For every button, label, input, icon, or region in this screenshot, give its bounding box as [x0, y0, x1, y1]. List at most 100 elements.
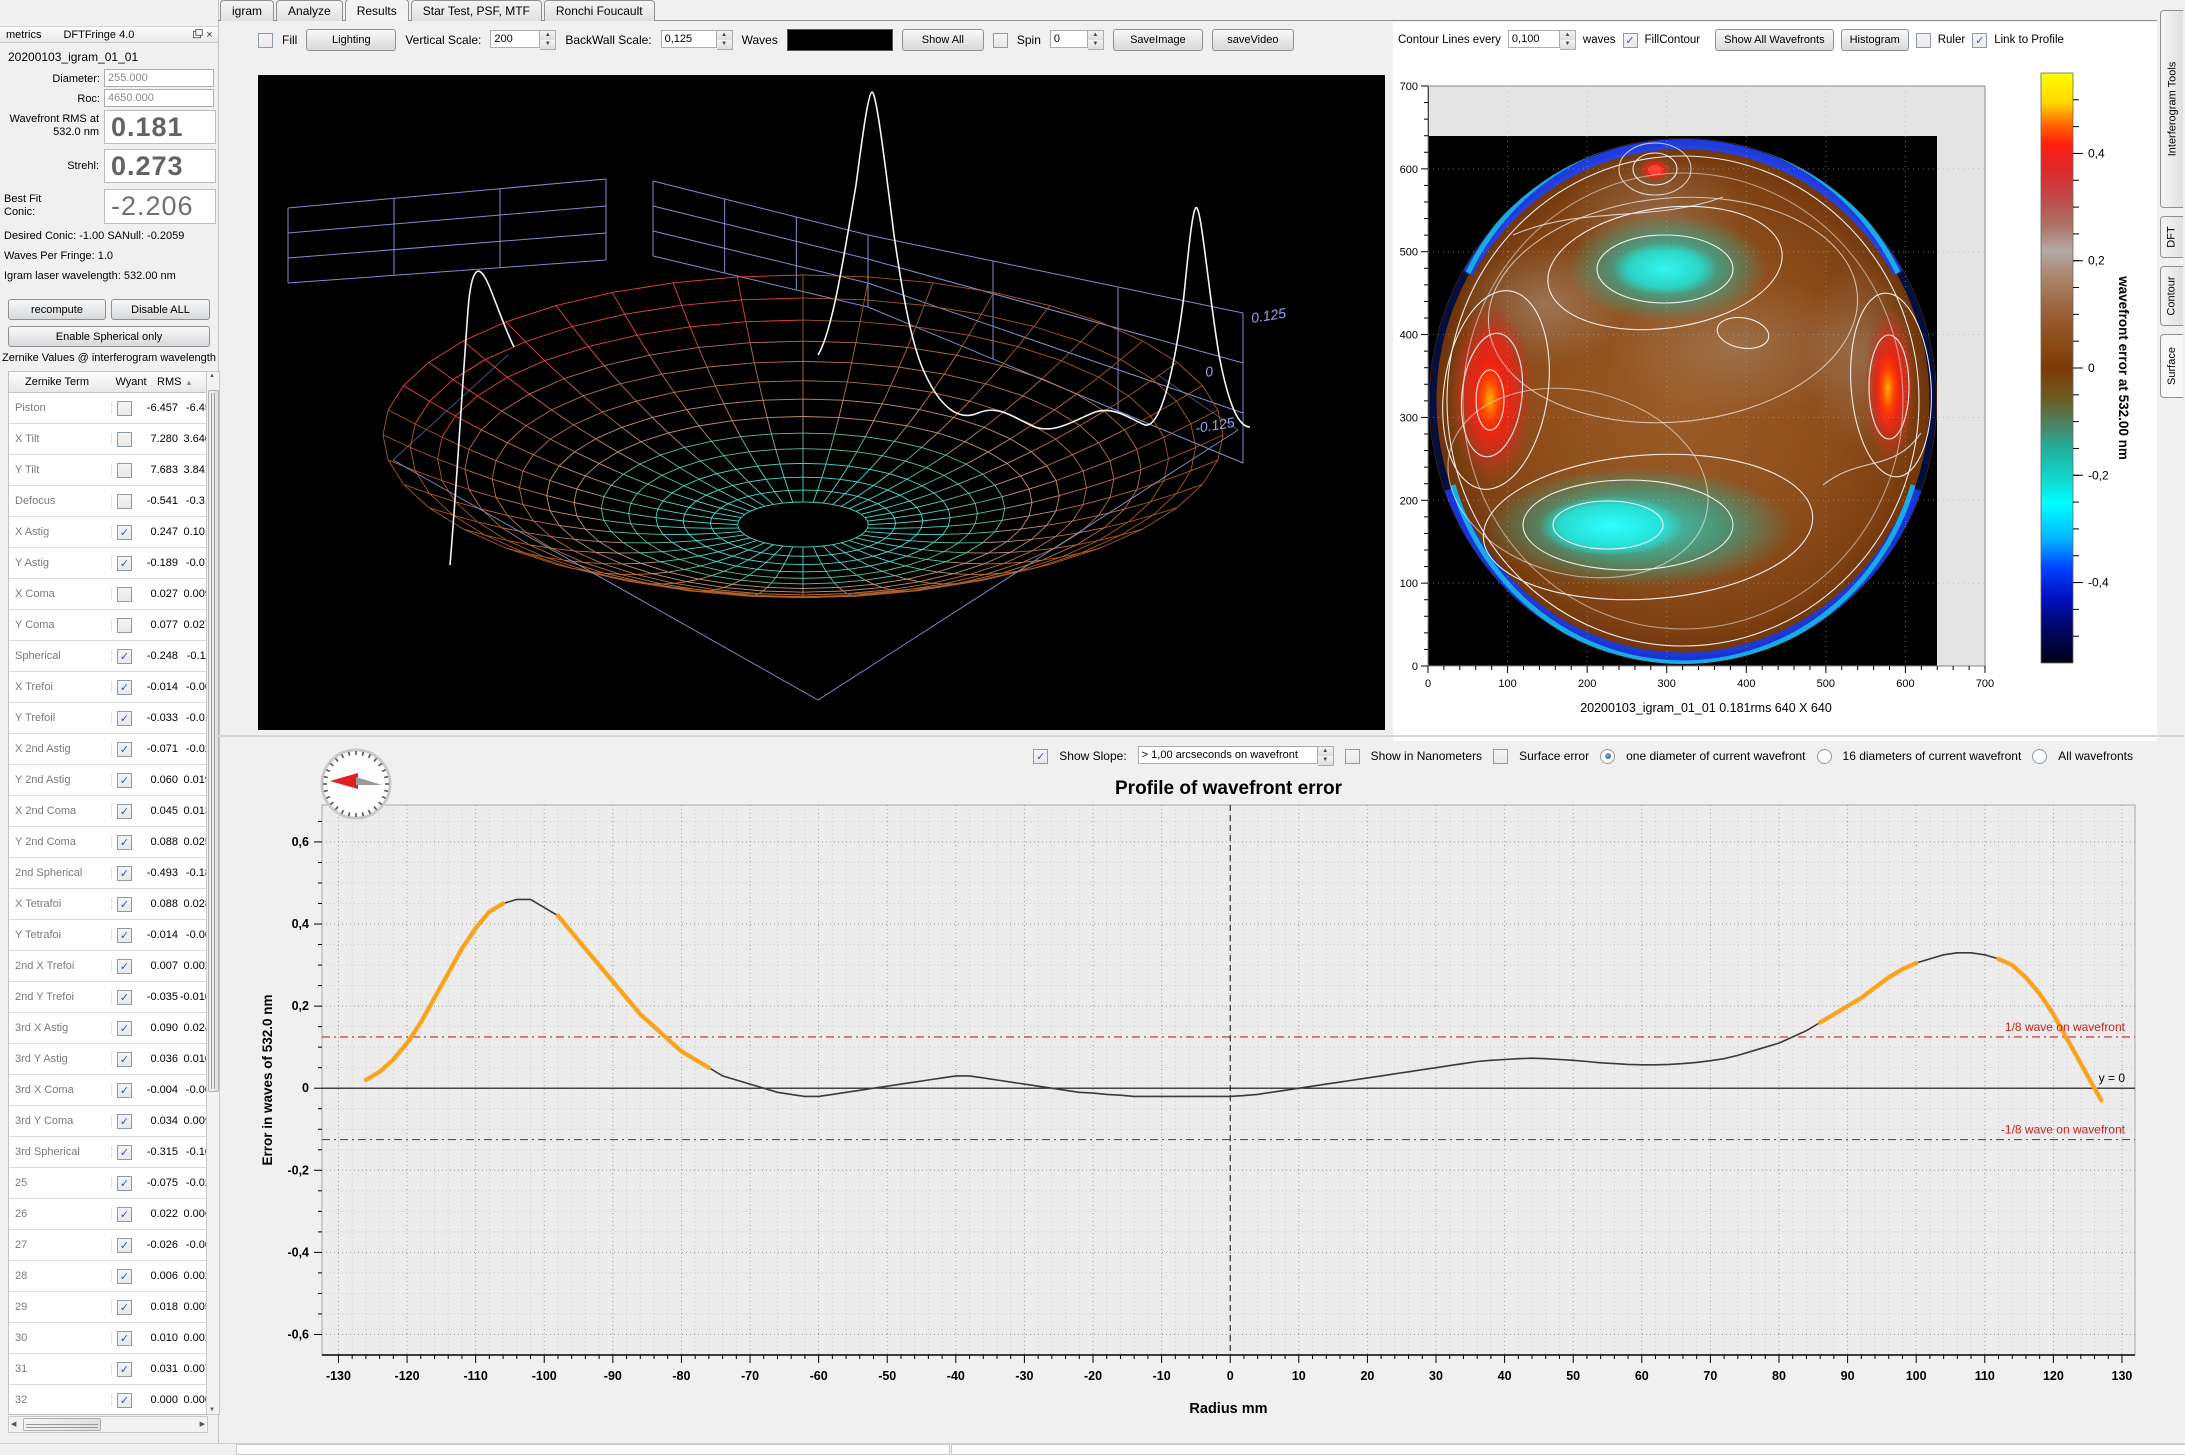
spin-checkbox[interactable]: [993, 33, 1008, 48]
zernike-row[interactable]: X Coma0.0270.009: [9, 579, 207, 610]
zernike-enable-checkbox[interactable]: [117, 494, 132, 509]
contour-interval-field[interactable]: 0,100: [1508, 30, 1560, 48]
right-tab-surface[interactable]: Surface: [2160, 334, 2183, 398]
disable-all-button[interactable]: Disable ALL: [111, 299, 210, 320]
zernike-row[interactable]: Y Tilt7.6833.841: [9, 455, 207, 486]
compass-widget[interactable]: [320, 748, 392, 823]
zernike-enable-checkbox[interactable]: ✓: [117, 1393, 132, 1408]
zernike-row[interactable]: Y Coma0.0770.027: [9, 610, 207, 641]
zernike-enable-checkbox[interactable]: ✓: [117, 1176, 132, 1191]
scroll-right-icon[interactable]: ▶: [200, 1420, 205, 1428]
scroll-left-icon[interactable]: ◀: [11, 1420, 16, 1428]
zernike-enable-checkbox[interactable]: ✓: [117, 1021, 132, 1036]
zernike-enable-checkbox[interactable]: [117, 618, 132, 633]
right-tab-contour[interactable]: Contour: [2160, 266, 2183, 326]
tab-igram[interactable]: igram: [220, 0, 274, 21]
col-rms[interactable]: RMS: [157, 376, 185, 388]
zernike-row[interactable]: Spherical✓-0.248-0.11: [9, 641, 207, 672]
zernike-row[interactable]: Y Trefoil✓-0.033-0.01: [9, 703, 207, 734]
vertical-scale-spinner[interactable]: ▲▼: [540, 30, 556, 50]
profile-chart[interactable]: -130-120-110-100-90-80-70-60-50-40-30-20…: [218, 737, 2185, 1454]
tab-analyze[interactable]: Analyze: [276, 0, 343, 21]
zernike-row[interactable]: 27✓-0.026-0.00: [9, 1230, 207, 1261]
sort-asc-icon[interactable]: ▲: [185, 378, 193, 387]
spin-rate-field[interactable]: 0: [1050, 30, 1088, 48]
contour-plot[interactable]: 0010010020020030030040040050050060060070…: [1393, 55, 2157, 741]
link-to-profile-checkbox[interactable]: ✓: [1972, 33, 1987, 48]
fill-checkbox[interactable]: [258, 33, 273, 48]
zernike-row[interactable]: X 2nd Coma✓0.0450.013: [9, 796, 207, 827]
zernike-enable-checkbox[interactable]: [117, 463, 132, 478]
zernike-row[interactable]: 3rd X Astig✓0.0900.024: [9, 1013, 207, 1044]
right-tab-interferogram-tools[interactable]: Interferogram Tools: [2160, 10, 2183, 208]
zernike-enable-checkbox[interactable]: ✓: [117, 1145, 132, 1160]
col-wyant[interactable]: Wyant: [105, 376, 157, 388]
zernike-row[interactable]: Y 2nd Astig✓0.0600.019: [9, 765, 207, 796]
zernike-enable-checkbox[interactable]: ✓: [117, 711, 132, 726]
zernike-enable-checkbox[interactable]: ✓: [117, 773, 132, 788]
zernike-row[interactable]: 29✓0.0180.005: [9, 1292, 207, 1323]
ruler-checkbox[interactable]: [1916, 33, 1931, 48]
zernike-row[interactable]: X Tetrafoi✓0.0880.028: [9, 889, 207, 920]
recompute-button[interactable]: recompute: [8, 299, 106, 320]
zernike-row[interactable]: 3rd Spherical✓-0.315-0.10: [9, 1137, 207, 1168]
scroll-up-icon[interactable]: ▲: [207, 373, 217, 379]
zernike-enable-checkbox[interactable]: ✓: [117, 742, 132, 757]
diameter-field[interactable]: 255.000: [104, 69, 214, 87]
zernike-enable-checkbox[interactable]: ✓: [117, 1238, 132, 1253]
zernike-enable-checkbox[interactable]: [117, 401, 132, 416]
zernike-enable-checkbox[interactable]: [117, 587, 132, 602]
zernike-row[interactable]: X 2nd Astig✓-0.071-0.02: [9, 734, 207, 765]
hscroll-thumb[interactable]: [23, 1418, 101, 1431]
zernike-row[interactable]: 26✓0.0220.006: [9, 1199, 207, 1230]
metrics-titlebar[interactable]: metrics DFTFringe 4.0 ×: [0, 26, 218, 43]
zernike-row[interactable]: 32✓0.0000.000: [9, 1385, 207, 1415]
zernike-row[interactable]: Y Astig✓-0.189-0.07: [9, 548, 207, 579]
zernike-enable-checkbox[interactable]: ✓: [117, 525, 132, 540]
fillcontour-checkbox[interactable]: ✓: [1623, 33, 1638, 48]
zernike-enable-checkbox[interactable]: ✓: [117, 1207, 132, 1222]
zernike-row[interactable]: Y Tetrafoi✓-0.014-0.00: [9, 920, 207, 951]
lighting-button[interactable]: Lighting: [306, 29, 396, 51]
zernike-row[interactable]: X Astig✓0.2470.101: [9, 517, 207, 548]
spin-rate-spinner[interactable]: ▲▼: [1088, 30, 1104, 50]
zernike-enable-checkbox[interactable]: ✓: [117, 990, 132, 1005]
restore-icon[interactable]: [190, 29, 203, 41]
zernike-row[interactable]: Piston-6.457-6.45: [9, 393, 207, 424]
show-all-wavefronts-button[interactable]: Show All Wavefronts: [1715, 29, 1833, 51]
zernike-row[interactable]: 2nd Spherical✓-0.493-0.18: [9, 858, 207, 889]
save-video-button[interactable]: saveVideo: [1212, 29, 1294, 51]
tab-results[interactable]: Results: [345, 0, 409, 21]
zernike-row[interactable]: X Trefoi✓-0.014-0.00: [9, 672, 207, 703]
close-icon[interactable]: ×: [203, 29, 216, 41]
tab-ronchi-foucault[interactable]: Ronchi Foucault: [544, 0, 655, 21]
surface-3d-plot[interactable]: 0.125 0 -0.125: [258, 75, 1385, 730]
zernike-row[interactable]: 2nd X Trefoi✓0.0070.002: [9, 951, 207, 982]
zernike-enable-checkbox[interactable]: ✓: [117, 804, 132, 819]
zernike-enable-checkbox[interactable]: ✓: [117, 866, 132, 881]
zernike-table-header[interactable]: Zernike Term Wyant RMS ▲: [9, 372, 207, 393]
histogram-button[interactable]: Histogram: [1841, 29, 1909, 51]
zernike-enable-checkbox[interactable]: ✓: [117, 897, 132, 912]
zernike-enable-checkbox[interactable]: ✓: [117, 1300, 132, 1315]
zernike-enable-checkbox[interactable]: ✓: [117, 835, 132, 850]
backwall-scale-spinner[interactable]: ▲▼: [717, 30, 733, 50]
wave-color-swatch[interactable]: [787, 29, 893, 51]
zernike-enable-checkbox[interactable]: [117, 432, 132, 447]
col-zernike-term[interactable]: Zernike Term: [9, 376, 105, 388]
zernike-enable-checkbox[interactable]: ✓: [117, 1083, 132, 1098]
zernike-row[interactable]: Y 2nd Coma✓0.0880.025: [9, 827, 207, 858]
tab-star-test-psf-mtf[interactable]: Star Test, PSF, MTF: [411, 0, 542, 21]
scroll-down-icon[interactable]: ▼: [207, 1407, 217, 1413]
zernike-row[interactable]: 25✓-0.075-0.02: [9, 1168, 207, 1199]
zernike-row[interactable]: X Tilt7.2803.640: [9, 424, 207, 455]
save-image-button[interactable]: SaveImage: [1113, 29, 1203, 51]
zernike-enable-checkbox[interactable]: ✓: [117, 556, 132, 571]
zernike-row[interactable]: 30✓0.0100.002: [9, 1323, 207, 1354]
zernike-enable-checkbox[interactable]: ✓: [117, 959, 132, 974]
zernike-row[interactable]: 31✓0.0310.007: [9, 1354, 207, 1385]
zernike-row[interactable]: 28✓0.0060.002: [9, 1261, 207, 1292]
enable-spherical-button[interactable]: Enable Spherical only: [8, 326, 210, 347]
contour-interval-spinner[interactable]: ▲▼: [1560, 30, 1576, 50]
zernike-row[interactable]: 2nd Y Trefoi✓-0.035-0.010: [9, 982, 207, 1013]
